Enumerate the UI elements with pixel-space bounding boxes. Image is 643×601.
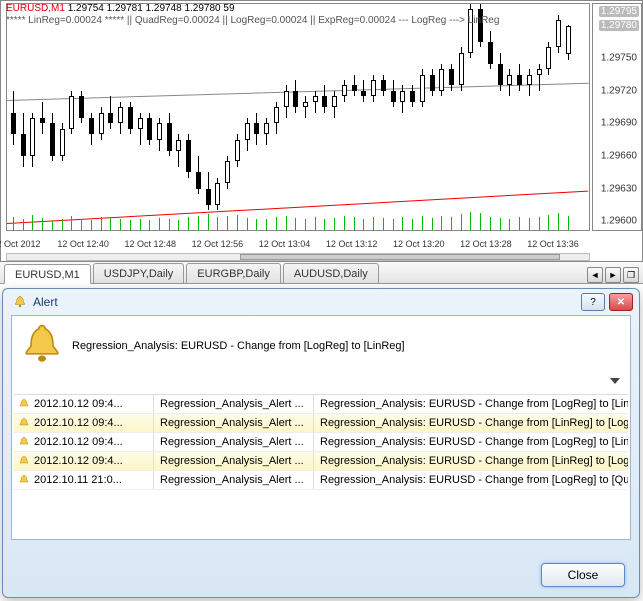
chart-symbol: EURUSD,M1 xyxy=(6,3,65,14)
chart-scroll-thumb[interactable] xyxy=(240,254,560,260)
price-label: 1.29750 xyxy=(601,53,637,64)
chart-scrollbar[interactable] xyxy=(6,253,590,261)
time-label: 12 Oct 12:40 xyxy=(57,239,109,249)
bell-icon xyxy=(22,324,62,368)
alert-message: Regression_Analysis: EURUSD - Change fro… xyxy=(314,414,628,432)
chart-tabstrip: EURUSD,M1USDJPY,DailyEURGBP,DailyAUDUSD,… xyxy=(0,262,643,284)
price-label: 1.29630 xyxy=(601,183,637,194)
bell-icon xyxy=(18,436,30,448)
price-label: 1.29720 xyxy=(601,85,637,96)
chart-panel[interactable]: EURUSD,M1 1.29754 1.29781 1.29748 1.2978… xyxy=(0,0,643,262)
tab-restore-button[interactable]: ❐ xyxy=(623,267,639,283)
bell-icon xyxy=(18,455,30,467)
alert-message: Regression_Analysis: EURUSD - Change fro… xyxy=(314,471,628,489)
price-badge-current: 1.29780 xyxy=(599,20,639,31)
time-axis: 12 Oct 201212 Oct 12:4012 Oct 12:4812 Oc… xyxy=(6,233,590,253)
alert-time: 2012.10.12 09:4... xyxy=(34,433,123,451)
alert-row[interactable]: 2012.10.11 21:0... Regression_Analysis_Al… xyxy=(14,471,628,490)
chart-title: EURUSD,M1 1.29754 1.29781 1.29748 1.2978… xyxy=(6,3,235,15)
alert-banner: Regression_Analysis: EURUSD - Change fro… xyxy=(12,316,630,372)
alert-history-table[interactable]: 2012.10.12 09:4... Regression_Analysis_Al… xyxy=(14,394,628,537)
alert-row[interactable]: 2012.10.12 09:4... Regression_Analysis_Al… xyxy=(14,433,628,452)
close-button[interactable]: Close xyxy=(541,563,625,587)
alert-body: Regression_Analysis: EURUSD - Change fro… xyxy=(11,315,631,540)
chart-tab[interactable]: EURUSD,M1 xyxy=(4,264,91,284)
alert-dialog[interactable]: Alert ? ✕ Regression_Analysis: EURUSD - … xyxy=(2,288,640,598)
alert-source: Regression_Analysis_Alert ... xyxy=(154,433,314,451)
time-label: 12 Oct 13:28 xyxy=(460,239,512,249)
bell-icon xyxy=(18,398,30,410)
dialog-close-button[interactable]: ✕ xyxy=(609,293,633,311)
price-label: 1.29690 xyxy=(601,118,637,129)
chart-indicator-line: ***** LinReg=0.00024 ***** || QuadReg=0.… xyxy=(6,15,499,26)
tab-prev-button[interactable]: ◄ xyxy=(587,267,603,283)
alert-row[interactable]: 2012.10.12 09:4... Regression_Analysis_Al… xyxy=(14,452,628,471)
chart-ohlc: 1.29754 1.29781 1.29748 1.29780 59 xyxy=(68,3,235,14)
time-label: 12 Oct 12:56 xyxy=(192,239,244,249)
alert-titlebar[interactable]: Alert ? ✕ xyxy=(3,289,639,315)
alert-row[interactable]: 2012.10.12 09:4... Regression_Analysis_Al… xyxy=(14,414,628,433)
help-button[interactable]: ? xyxy=(581,293,605,311)
price-label: 1.29660 xyxy=(601,151,637,162)
bell-icon xyxy=(18,474,30,486)
alert-message: Regression_Analysis: EURUSD - Change fro… xyxy=(314,452,628,470)
alert-message: Regression_Analysis: EURUSD - Change fro… xyxy=(314,433,628,451)
chart-tab[interactable]: AUDUSD,Daily xyxy=(283,263,379,283)
time-label: 12 Oct 13:04 xyxy=(259,239,311,249)
price-label: 1.29600 xyxy=(601,216,637,227)
alert-message: Regression_Analysis: EURUSD - Change fro… xyxy=(314,395,628,413)
alert-source: Regression_Analysis_Alert ... xyxy=(154,395,314,413)
time-label: 12 Oct 13:12 xyxy=(326,239,378,249)
dropdown-icon[interactable] xyxy=(610,378,620,384)
alert-source: Regression_Analysis_Alert ... xyxy=(154,414,314,432)
alert-time: 2012.10.12 09:4... xyxy=(34,395,123,413)
time-label: 12 Oct 2012 xyxy=(0,239,41,249)
alert-time: 2012.10.12 09:4... xyxy=(34,414,123,432)
alert-source: Regression_Analysis_Alert ... xyxy=(154,452,314,470)
time-label: 12 Oct 13:20 xyxy=(393,239,445,249)
tabstrip-controls: ◄ ► ❐ xyxy=(587,267,643,283)
alert-row[interactable]: 2012.10.12 09:4... Regression_Analysis_Al… xyxy=(14,395,628,414)
chart-tab[interactable]: EURGBP,Daily xyxy=(186,263,281,283)
bell-icon xyxy=(13,295,27,309)
alert-title: Alert xyxy=(33,295,581,309)
time-label: 12 Oct 12:48 xyxy=(124,239,176,249)
alert-source: Regression_Analysis_Alert ... xyxy=(154,471,314,489)
price-badge-high: 1.29795 xyxy=(599,6,639,17)
price-axis: 1.29795 1.29780 1.29750 1.29720 1.29690 1.2… xyxy=(592,3,642,231)
bell-icon xyxy=(18,417,30,429)
chart-tab[interactable]: USDJPY,Daily xyxy=(93,263,185,283)
alert-time: 2012.10.11 21:0... xyxy=(34,471,122,489)
chart-plot-area[interactable] xyxy=(6,3,590,231)
alert-time: 2012.10.12 09:4... xyxy=(34,452,123,470)
alert-banner-text: Regression_Analysis: EURUSD - Change fro… xyxy=(72,340,405,352)
time-label: 12 Oct 13:36 xyxy=(527,239,579,249)
tab-next-button[interactable]: ► xyxy=(605,267,621,283)
